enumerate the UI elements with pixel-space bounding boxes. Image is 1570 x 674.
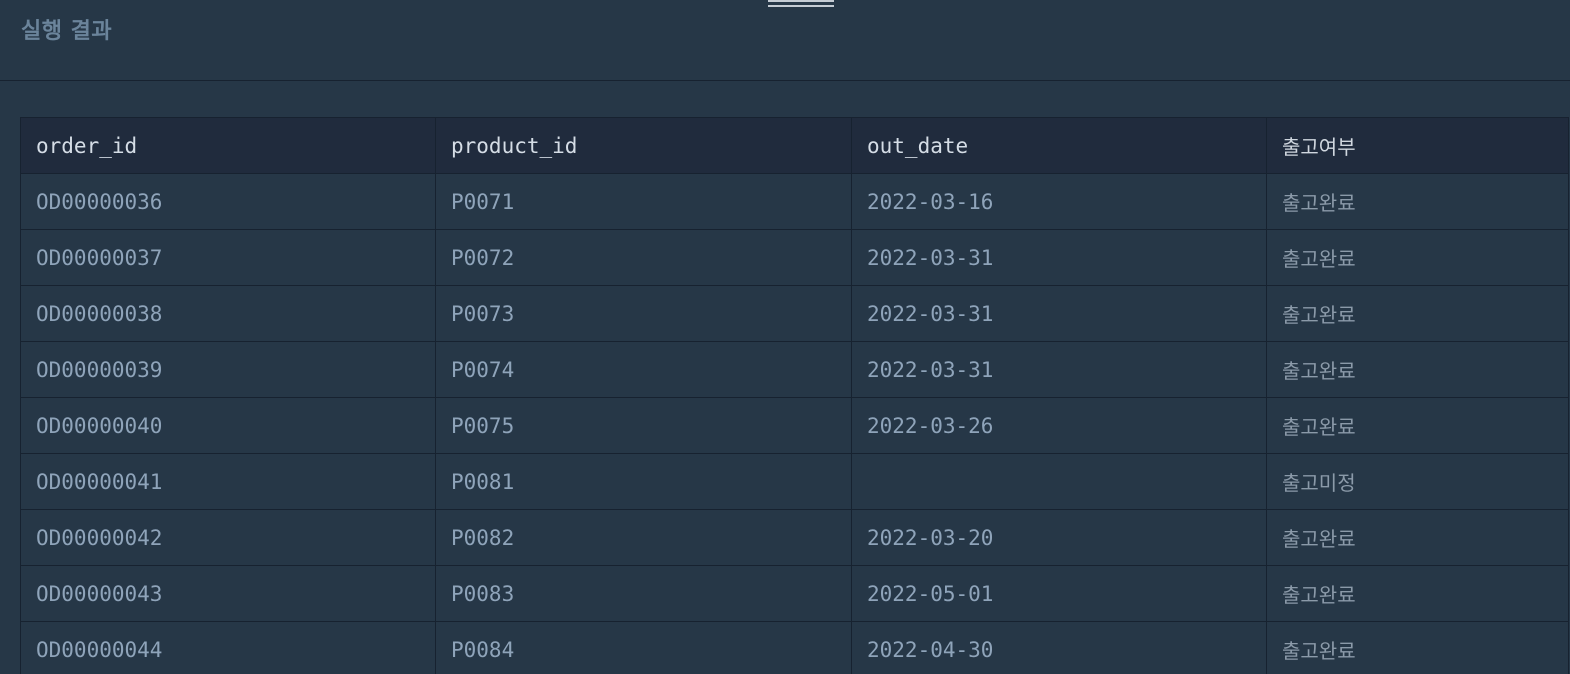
cell-product-id: P0073 <box>435 285 852 342</box>
cell-shipping-status: 출고완료 <box>1266 229 1569 286</box>
table-row: OD00000036 P0071 2022-03-16 출고완료 <box>20 173 1569 230</box>
cell-product-id: P0082 <box>435 509 852 566</box>
result-panel: 실행 결과 order_id product_id out_date 출고여부 … <box>0 0 1570 674</box>
cell-order-id: OD00000042 <box>20 509 436 566</box>
cell-order-id: OD00000037 <box>20 229 436 286</box>
cell-out-date: 2022-04-30 <box>851 621 1267 674</box>
resize-handle-icon[interactable] <box>768 0 834 8</box>
cell-out-date: 2022-05-01 <box>851 565 1267 622</box>
result-table: order_id product_id out_date 출고여부 OD0000… <box>20 117 1569 674</box>
cell-order-id: OD00000036 <box>20 173 436 230</box>
cell-out-date: 2022-03-26 <box>851 397 1267 454</box>
cell-shipping-status: 출고완료 <box>1266 509 1569 566</box>
cell-out-date: 2022-03-20 <box>851 509 1267 566</box>
cell-shipping-status: 출고완료 <box>1266 173 1569 230</box>
table-row: OD00000044 P0084 2022-04-30 출고완료 <box>20 621 1569 674</box>
cell-product-id: P0072 <box>435 229 852 286</box>
cell-out-date: 2022-03-31 <box>851 229 1267 286</box>
table-row: OD00000042 P0082 2022-03-20 출고완료 <box>20 509 1569 566</box>
cell-shipping-status: 출고완료 <box>1266 565 1569 622</box>
table-row: OD00000039 P0074 2022-03-31 출고완료 <box>20 341 1569 398</box>
table-row: OD00000038 P0073 2022-03-31 출고완료 <box>20 285 1569 342</box>
column-header-shipping-status: 출고여부 <box>1266 117 1569 174</box>
cell-product-id: P0084 <box>435 621 852 674</box>
cell-out-date: 2022-03-16 <box>851 173 1267 230</box>
cell-order-id: OD00000039 <box>20 341 436 398</box>
table-header-row: order_id product_id out_date 출고여부 <box>20 117 1569 174</box>
cell-out-date: 2022-03-31 <box>851 341 1267 398</box>
cell-out-date <box>851 453 1267 510</box>
cell-out-date: 2022-03-31 <box>851 285 1267 342</box>
table-row: OD00000040 P0075 2022-03-26 출고완료 <box>20 397 1569 454</box>
cell-product-id: P0083 <box>435 565 852 622</box>
result-table-container[interactable]: order_id product_id out_date 출고여부 OD0000… <box>20 117 1570 674</box>
cell-order-id: OD00000038 <box>20 285 436 342</box>
column-header-out-date: out_date <box>851 117 1267 174</box>
table-row: OD00000037 P0072 2022-03-31 출고완료 <box>20 229 1569 286</box>
cell-order-id: OD00000044 <box>20 621 436 674</box>
cell-product-id: P0081 <box>435 453 852 510</box>
cell-shipping-status: 출고완료 <box>1266 397 1569 454</box>
cell-order-id: OD00000041 <box>20 453 436 510</box>
cell-shipping-status: 출고완료 <box>1266 621 1569 674</box>
table-row: OD00000043 P0083 2022-05-01 출고완료 <box>20 565 1569 622</box>
panel-title: 실행 결과 <box>21 19 113 44</box>
column-header-product-id: product_id <box>435 117 852 174</box>
table-row: OD00000041 P0081 출고미정 <box>20 453 1569 510</box>
result-panel-header: 실행 결과 <box>0 0 1570 81</box>
cell-shipping-status: 출고완료 <box>1266 341 1569 398</box>
cell-product-id: P0071 <box>435 173 852 230</box>
cell-shipping-status: 출고미정 <box>1266 453 1569 510</box>
cell-product-id: P0075 <box>435 397 852 454</box>
cell-product-id: P0074 <box>435 341 852 398</box>
cell-order-id: OD00000043 <box>20 565 436 622</box>
cell-order-id: OD00000040 <box>20 397 436 454</box>
column-header-order-id: order_id <box>20 117 436 174</box>
cell-shipping-status: 출고완료 <box>1266 285 1569 342</box>
